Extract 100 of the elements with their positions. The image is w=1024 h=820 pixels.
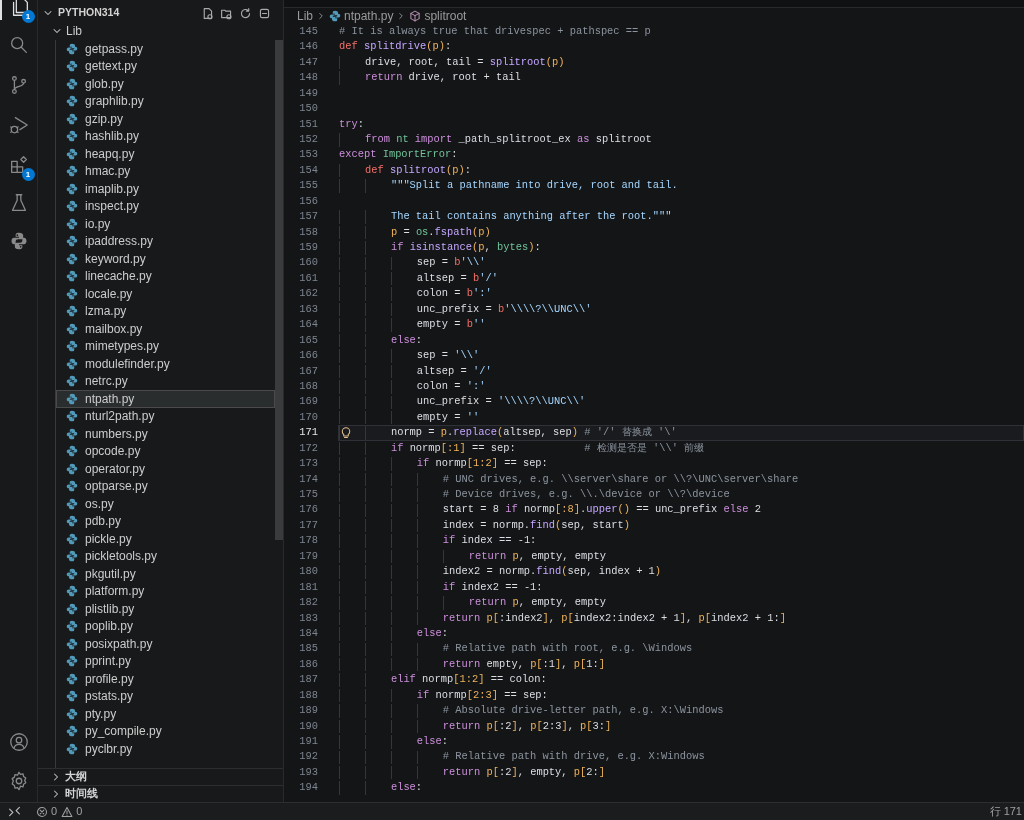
code-line: def splitdrive(p): <box>339 40 452 54</box>
code-line: else: <box>339 781 423 795</box>
line-number: 157 <box>298 209 318 225</box>
line-number: 153 <box>298 147 318 163</box>
breadcrumb-item[interactable]: splitroot <box>424 7 467 25</box>
line-number: 152 <box>298 132 318 147</box>
file-item[interactable]: gettext.py <box>56 57 275 75</box>
file-item[interactable]: hmac.py <box>56 162 275 180</box>
file-item[interactable]: py_compile.py <box>56 722 275 740</box>
line-number: 154 <box>298 162 318 178</box>
error-icon[interactable] <box>36 805 48 818</box>
python-file-icon <box>66 672 78 685</box>
scrollbar-thumb[interactable] <box>275 40 283 540</box>
file-item[interactable]: modulefinder.py <box>56 355 275 373</box>
play-bug-icon[interactable] <box>7 114 30 136</box>
python-file-icon <box>66 200 78 213</box>
code-line: # It is always true that drivespec + pathspec == p <box>339 25 651 39</box>
file-item[interactable]: netrc.py <box>56 372 275 390</box>
breadcrumb-item[interactable]: ntpath.py <box>344 7 394 25</box>
file-item[interactable]: opcode.py <box>56 442 275 460</box>
python-file-icon <box>66 60 78 73</box>
file-item[interactable]: inspect.py <box>56 197 275 215</box>
python-file-icon <box>329 10 341 22</box>
file-item[interactable]: pkgutil.py <box>56 565 275 583</box>
file-item[interactable]: pyclbr.py <box>56 740 275 758</box>
code-line: else: <box>339 627 449 641</box>
folder-title[interactable]: PYTHON314 <box>58 5 195 21</box>
line-number: 174 <box>298 471 318 487</box>
file-item[interactable]: numbers.py <box>56 425 275 443</box>
line-number: 193 <box>298 764 318 780</box>
line-number: 145 <box>298 24 318 39</box>
code-line: # Absolute drive-letter path, e.g. X:\Windows <box>339 704 724 718</box>
breadcrumb-item[interactable]: Lib <box>297 7 313 25</box>
python-file-icon <box>66 707 78 720</box>
line-number: 148 <box>298 70 318 86</box>
file-item[interactable]: plistlib.py <box>56 600 275 618</box>
warning-count[interactable]: 0 <box>76 803 83 820</box>
cursor-position[interactable]: 行 171 <box>989 803 1022 820</box>
file-item[interactable]: getpass.py <box>56 40 275 58</box>
section-header[interactable]: 大纲 <box>65 769 87 785</box>
file-item[interactable]: glob.py <box>56 75 275 93</box>
line-number: 187 <box>298 672 318 688</box>
python-file-icon <box>66 620 78 633</box>
file-item[interactable]: posixpath.py <box>56 635 275 653</box>
file-item[interactable]: heapq.py <box>56 145 275 163</box>
file-item[interactable]: ntpath.py <box>56 390 275 408</box>
file-item[interactable]: poplib.py <box>56 617 275 635</box>
file-item[interactable]: pty.py <box>56 705 275 723</box>
python-file-icon <box>66 357 78 370</box>
file-item[interactable]: profile.py <box>56 670 275 688</box>
code-line: index = normp.find(sep, start) <box>339 519 630 533</box>
python-file-icon <box>66 585 78 598</box>
code-line: if index == -1: <box>339 534 537 548</box>
lightbulb-icon[interactable] <box>340 427 352 440</box>
file-item[interactable]: os.py <box>56 495 275 513</box>
file-item[interactable]: io.py <box>56 215 275 233</box>
file-item[interactable]: hashlib.py <box>56 127 275 145</box>
file-item[interactable]: graphlib.py <box>56 92 275 110</box>
code-line: def splitroot(p): <box>339 163 471 178</box>
file-item[interactable]: ipaddress.py <box>56 232 275 250</box>
line-number: 161 <box>298 270 318 286</box>
file-item[interactable]: pickle.py <box>56 530 275 548</box>
remote-icon[interactable] <box>8 805 21 818</box>
file-item[interactable]: locale.py <box>56 285 275 303</box>
file-item[interactable]: platform.py <box>56 582 275 600</box>
account-icon[interactable] <box>7 731 30 753</box>
file-item[interactable]: pickletools.py <box>56 547 275 565</box>
file-item[interactable]: gzip.py <box>56 110 275 128</box>
line-number: 147 <box>298 54 318 70</box>
code-line: return p[:index2], p[index2:index2 + 1], p[index2 + 1:] <box>339 611 786 626</box>
line-number: 186 <box>298 656 318 672</box>
file-item[interactable]: imaplib.py <box>56 180 275 198</box>
refresh-icon[interactable] <box>239 6 252 20</box>
file-item[interactable]: pstats.py <box>56 687 275 705</box>
code-line: drive, root, tail = splitroot(p) <box>339 55 565 70</box>
file-item[interactable]: lzma.py <box>56 302 275 320</box>
python-file-icon <box>66 392 78 405</box>
file-item[interactable]: optparse.py <box>56 477 275 495</box>
file-item[interactable]: keyword.py <box>56 250 275 268</box>
new-file-icon[interactable] <box>201 6 214 20</box>
line-number: 163 <box>298 301 318 317</box>
file-item[interactable]: mailbox.py <box>56 320 275 338</box>
file-item[interactable]: linecache.py <box>56 267 275 285</box>
file-item[interactable]: pprint.py <box>56 652 275 670</box>
line-number: 162 <box>298 286 318 302</box>
python-file-icon <box>66 550 78 563</box>
file-item[interactable]: operator.py <box>56 460 275 478</box>
file-item[interactable]: mimetypes.py <box>56 337 275 355</box>
python-file-icon <box>66 270 78 283</box>
folder-item[interactable]: Lib <box>66 22 82 40</box>
line-number: 191 <box>298 734 318 750</box>
line-number: 182 <box>298 595 318 611</box>
file-item[interactable]: nturl2path.py <box>56 407 275 425</box>
warning-icon[interactable] <box>61 805 74 818</box>
section-header[interactable]: 时间线 <box>65 786 98 802</box>
python-file-icon <box>66 655 78 668</box>
line-number: 180 <box>298 564 318 580</box>
error-count[interactable]: 0 <box>51 803 58 820</box>
file-item[interactable]: pdb.py <box>56 512 275 530</box>
collapse-all-icon[interactable] <box>258 6 271 20</box>
